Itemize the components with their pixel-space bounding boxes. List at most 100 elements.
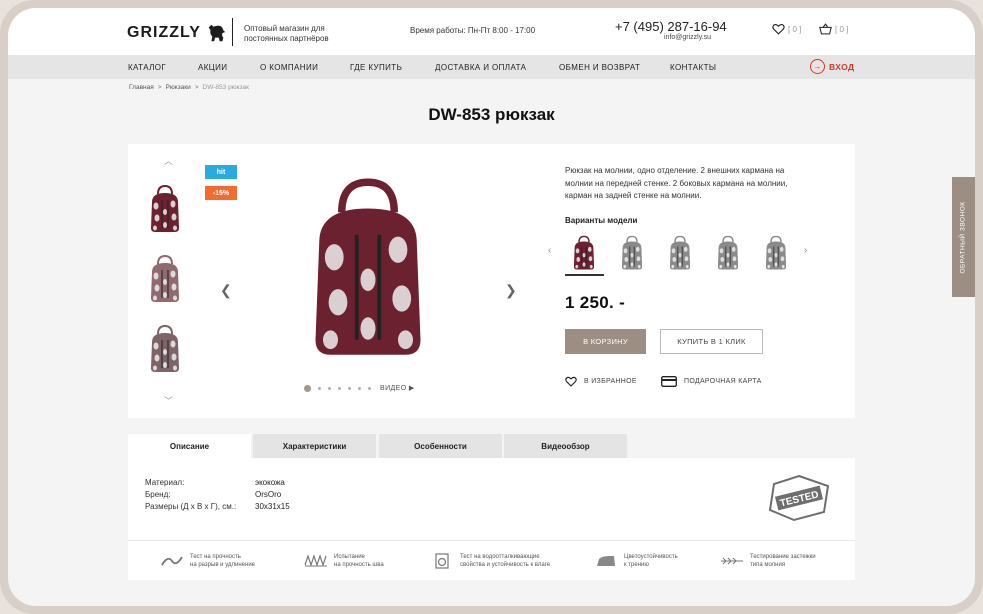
main-nav: КАТАЛОГ АКЦИИ О КОМПАНИИ ГДЕ КУПИТЬ ДОСТ…	[8, 55, 975, 79]
variant-grey-1[interactable]	[617, 235, 647, 271]
feature-text: на разрыв и удлинение	[190, 562, 256, 568]
image-pagination: ВИДЕО ▶	[304, 384, 415, 392]
thumbs-down-arrow-icon[interactable]: ﹀	[164, 394, 173, 407]
video-link[interactable]: ВИДЕО ▶	[380, 384, 415, 392]
email-link[interactable]: info@grizzly.su	[664, 34, 711, 41]
variant-grey-3[interactable]	[713, 235, 743, 271]
zipper-icon	[721, 557, 743, 565]
feature-zipper-test: Тестирование застежки типа молния	[720, 553, 816, 569]
spec-label-brand: Бренд:	[145, 490, 171, 499]
nav-item-catalog[interactable]: КАТАЛОГ	[128, 63, 166, 72]
variant-grey-4[interactable]	[761, 235, 791, 271]
spec-label-material: Материал:	[145, 478, 185, 487]
favorites-button[interactable]: [ 0 ]	[772, 23, 801, 35]
spec-label-size: Размеры (Д х В х Г), см.:	[145, 502, 237, 511]
tab-video-review[interactable]: Видеообзор	[504, 434, 627, 458]
feature-text: Тестирование застежки	[750, 554, 816, 560]
bear-logo-icon	[208, 24, 226, 42]
thumbnail-1[interactable]	[145, 178, 185, 240]
next-image-arrow-icon[interactable]: ❯	[505, 282, 517, 299]
washing-machine-icon	[435, 553, 449, 569]
discount-badge: -15%	[205, 186, 237, 200]
page-title: DW-853 рюкзак	[428, 105, 555, 124]
tab-features[interactable]: Особенности	[379, 434, 502, 458]
cart-button[interactable]: [ 0 ]	[819, 23, 848, 35]
tab-panel-description: Материал: экокожа Бренд: OrsOro Размеры …	[128, 458, 855, 580]
feature-text: свойства и устойчивость к влаге	[460, 562, 551, 568]
nav-item-where-to-buy[interactable]: ГДЕ КУПИТЬ	[350, 63, 402, 72]
site-header: GRIZZLY Оптовый магазин для постоянных п…	[8, 8, 975, 55]
stretch-icon	[161, 556, 183, 566]
login-button[interactable]: → ВХОД	[810, 59, 854, 74]
thumbnail-2[interactable]	[145, 248, 185, 310]
main-product-image[interactable]	[293, 166, 443, 371]
thumbs-up-arrow-icon[interactable]: ︿	[164, 154, 173, 167]
product-card: ︿ ﹀ hit -15% ❮ ❯ ВИДЕО ▶ Рюкзак на молни…	[128, 144, 855, 418]
pagination-dot-active[interactable]	[304, 384, 311, 392]
variants-next-arrow-icon[interactable]: ›	[804, 245, 807, 256]
variants-carousel: ‹ ›	[548, 231, 810, 276]
phone-number[interactable]: +7 (495) 287-16-94	[615, 19, 727, 34]
pagination-dot[interactable]	[348, 386, 351, 390]
panel-divider	[128, 540, 855, 541]
breadcrumb: Главная > Рюкзаки > DW-853 рюкзак	[129, 84, 249, 91]
variants-title: Варианты модели	[565, 216, 638, 225]
feature-water-test: Тест на водоотталкивающие свойства и усто…	[430, 553, 550, 569]
thumbnail-3[interactable]	[145, 318, 185, 380]
pagination-dot[interactable]	[368, 386, 371, 390]
seam-icon	[304, 554, 327, 567]
feature-text: Тест на прочность	[190, 554, 241, 560]
nav-item-contacts[interactable]: КОНТАКТЫ	[670, 63, 716, 72]
breadcrumb-home[interactable]: Главная	[129, 84, 154, 91]
feature-text: типа молния	[750, 562, 786, 568]
variant-selected-underline	[565, 274, 604, 276]
variants-prev-arrow-icon[interactable]: ‹	[548, 245, 551, 256]
pagination-dot[interactable]	[328, 386, 331, 390]
nav-item-sales[interactable]: АКЦИИ	[198, 63, 227, 72]
pagination-dot[interactable]	[338, 386, 341, 390]
breadcrumb-current: DW-853 рюкзак	[202, 84, 249, 91]
login-icon: →	[810, 59, 825, 74]
nav-item-about[interactable]: О КОМПАНИИ	[260, 63, 318, 72]
feature-seam-test: Испытание на прочность шва	[304, 553, 384, 569]
variant-grey-2[interactable]	[665, 235, 695, 271]
buy-one-click-button[interactable]: КУПИТЬ В 1 КЛИК	[660, 329, 763, 354]
gift-card-button[interactable]: ПОДАРОЧНАЯ КАРТА	[661, 376, 762, 387]
breadcrumb-separator: >	[194, 84, 199, 91]
add-to-favorites-button[interactable]: В ИЗБРАННОЕ	[565, 376, 637, 387]
pagination-dot[interactable]	[318, 386, 321, 390]
basket-icon	[819, 23, 832, 35]
nav-item-delivery[interactable]: ДОСТАВКА И ОПЛАТА	[435, 63, 526, 72]
feature-color-fastness: Цветоустойчивость к трению	[594, 553, 678, 569]
feature-text: Цветоустойчивость	[624, 554, 678, 560]
favorites-count: [ 0 ]	[788, 24, 802, 34]
heart-icon	[772, 23, 785, 35]
callback-button[interactable]: ОБРАТНЫЙ ЗВОНОК	[952, 177, 975, 297]
nav-item-returns[interactable]: ОБМЕН И ВОЗВРАТ	[559, 63, 640, 72]
logo[interactable]: GRIZZLY	[127, 22, 227, 44]
pagination-dot[interactable]	[358, 386, 361, 390]
breadcrumb-separator: >	[157, 84, 162, 91]
header-divider	[232, 18, 233, 46]
feature-tear-test: Тест на прочность на разрыв и удлинение	[160, 553, 255, 569]
feature-text: на прочность шва	[334, 562, 384, 568]
feature-text: Тест на водоотталкивающие	[460, 554, 540, 560]
tested-stamp-icon: TESTED	[768, 474, 830, 522]
feature-text: Испытание	[334, 554, 365, 560]
cart-count: [ 0 ]	[835, 24, 849, 34]
logo-text: GRIZZLY	[127, 24, 201, 41]
variant-burgundy[interactable]	[569, 235, 599, 271]
spec-value-brand: OrsOro	[255, 490, 282, 499]
favorites-label: В ИЗБРАННОЕ	[584, 378, 637, 385]
card-icon	[661, 376, 677, 387]
callback-label: ОБРАТНЫЙ ЗВОНОК	[960, 200, 967, 274]
iron-icon	[597, 556, 615, 566]
breadcrumb-backpacks[interactable]: Рюкзаки	[166, 84, 191, 91]
tab-description[interactable]: Описание	[128, 434, 251, 458]
browser-viewport: GRIZZLY Оптовый магазин для постоянных п…	[8, 8, 975, 606]
tagline: Оптовый магазин для постоянных партнёров	[244, 24, 329, 43]
hit-badge: hit	[205, 165, 237, 179]
add-to-cart-button[interactable]: В КОРЗИНУ	[565, 329, 646, 354]
prev-image-arrow-icon[interactable]: ❮	[220, 282, 232, 299]
tab-specifications[interactable]: Характеристики	[253, 434, 376, 458]
